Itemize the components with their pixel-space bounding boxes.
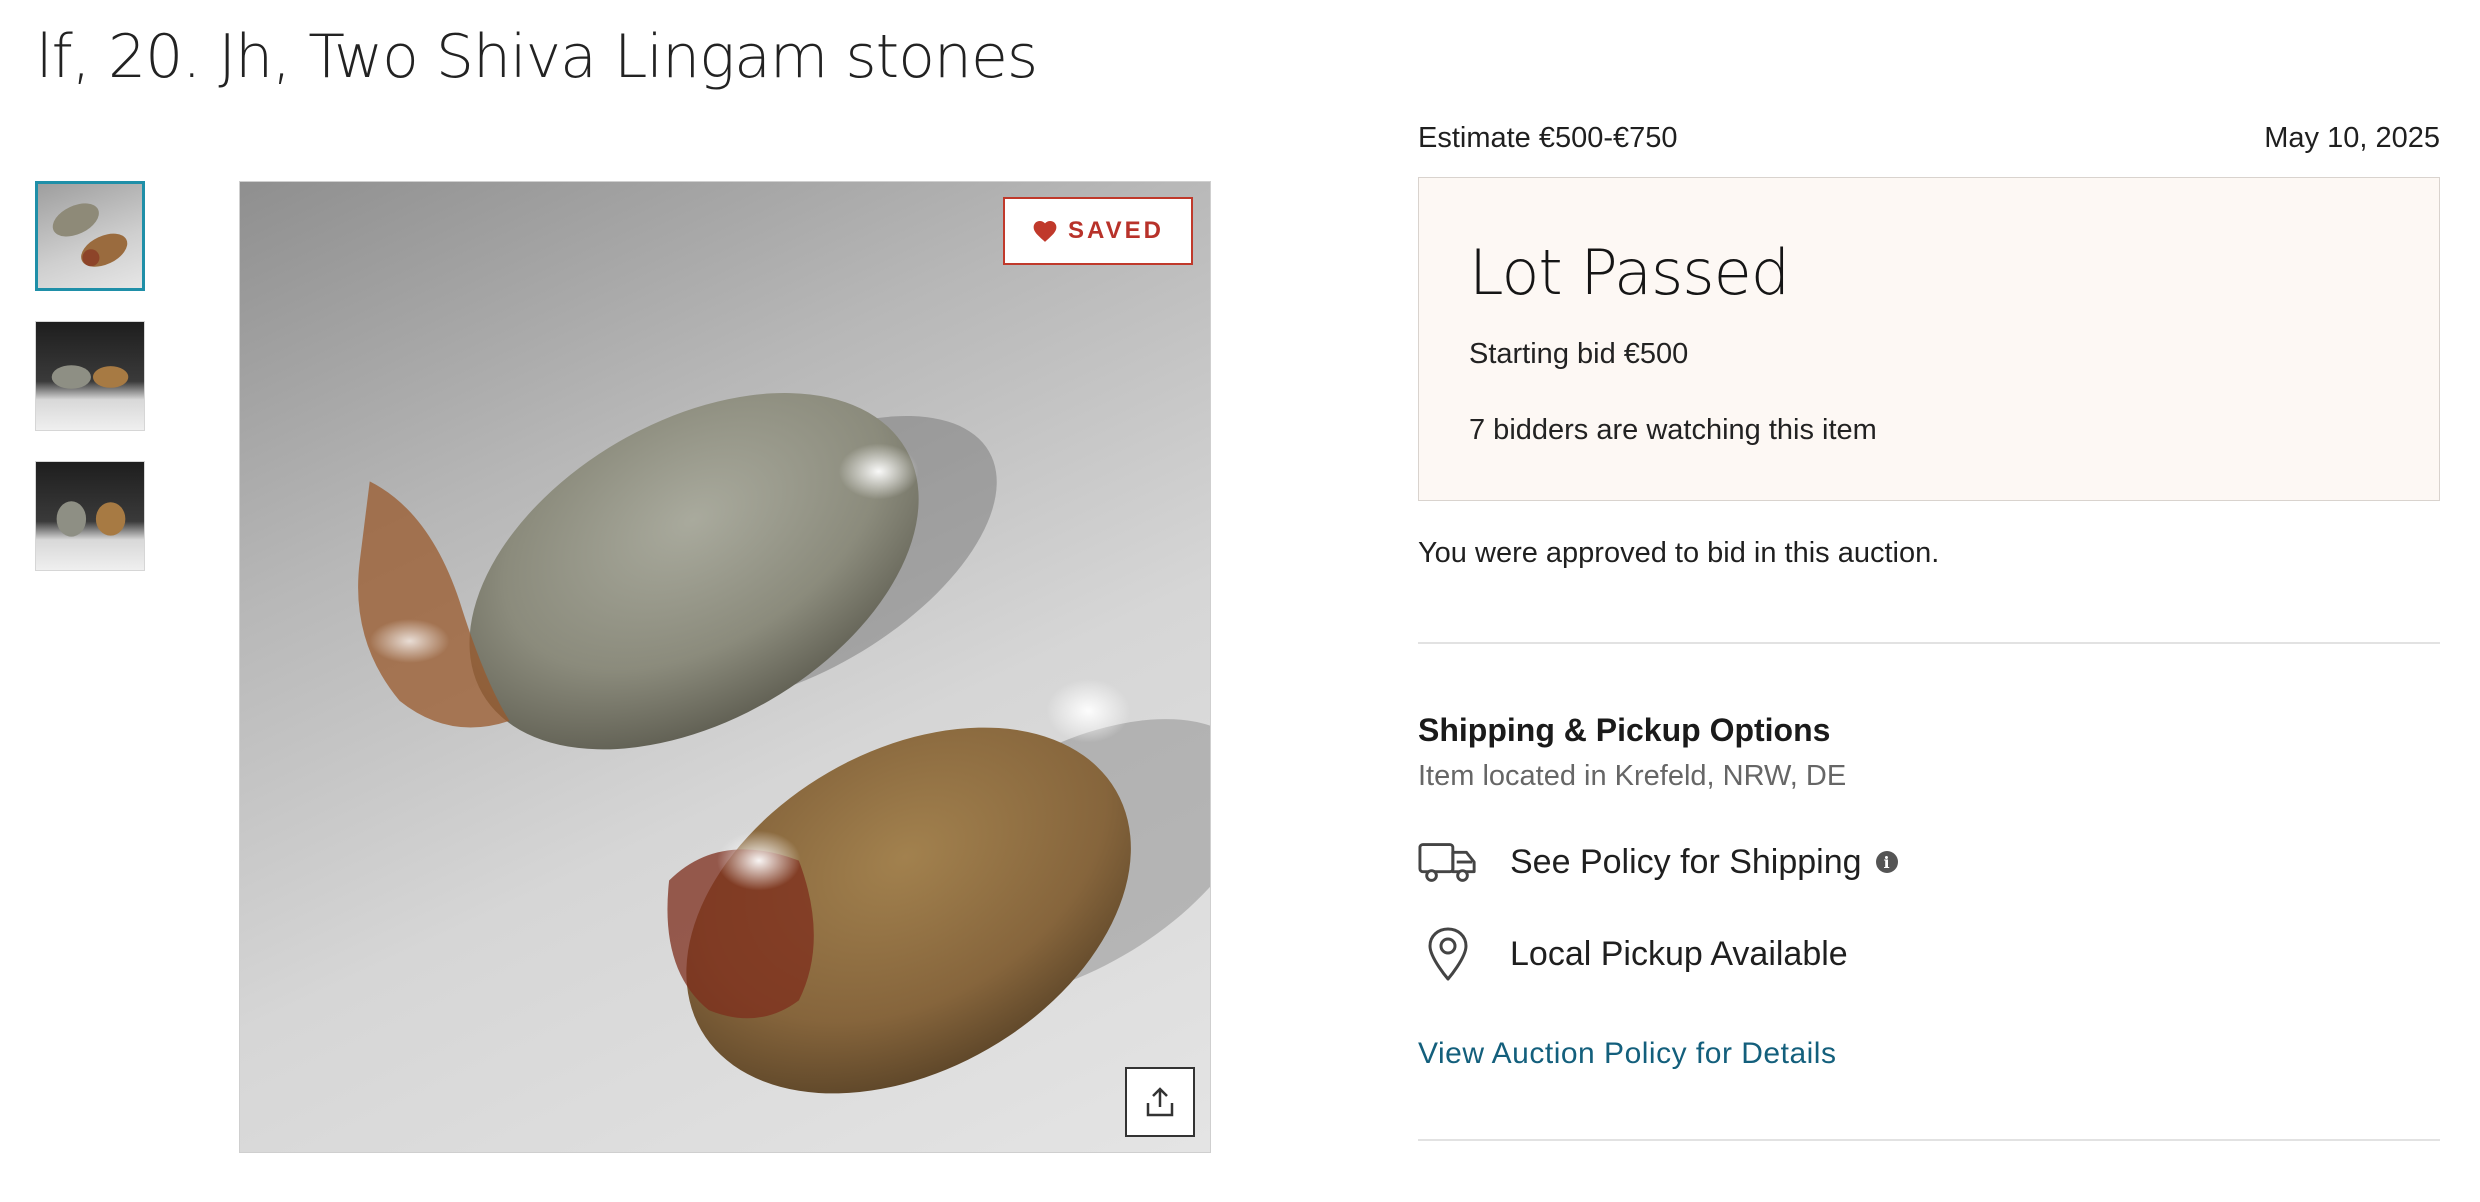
main-lot-image[interactable]: SAVED: [239, 181, 1211, 1153]
item-location: Item located in Krefeld, NRW, DE: [1418, 760, 1847, 792]
gallery-thumbnail-3[interactable]: [35, 461, 145, 571]
shipping-option-row: See Policy for Shipping i: [1418, 830, 1898, 894]
thumbnail-image: [51, 365, 129, 389]
pickup-option-row: Local Pickup Available: [1418, 922, 1848, 986]
lot-title: lf, 20. Jh, Two Shiva Lingam stones: [36, 22, 1038, 92]
lot-status-title: Lot Passed: [1469, 236, 1790, 309]
lot-status-panel: Lot Passed Starting bid €500 7 bidders a…: [1418, 177, 2440, 501]
share-icon: [1146, 1087, 1174, 1117]
shipping-policy-label[interactable]: See Policy for Shipping: [1510, 843, 1862, 882]
auction-date: May 10, 2025: [2264, 122, 2440, 154]
saved-label: SAVED: [1068, 217, 1164, 244]
divider: [1418, 1139, 2440, 1141]
thumbnail-image: [52, 203, 128, 267]
heart-icon: [1033, 221, 1057, 242]
approved-message: You were approved to bid in this auction…: [1418, 537, 1940, 569]
estimate-text: Estimate €500-€750: [1418, 122, 1678, 154]
shipping-heading: Shipping & Pickup Options: [1418, 712, 1831, 748]
share-button[interactable]: [1125, 1067, 1195, 1137]
location-pin-icon: [1418, 924, 1478, 984]
lingam-stones-photo: [358, 393, 1210, 1094]
local-pickup-label: Local Pickup Available: [1510, 934, 1848, 973]
starting-bid-text: Starting bid €500: [1469, 338, 1689, 370]
truck-icon: [1418, 832, 1478, 892]
gallery-thumbnail-1[interactable]: [35, 181, 145, 291]
divider: [1418, 642, 2440, 644]
view-auction-policy-link[interactable]: View Auction Policy for Details: [1418, 1037, 1836, 1071]
saved-button[interactable]: SAVED: [1003, 197, 1193, 265]
thumbnail-image: [56, 501, 126, 537]
watchers-text: 7 bidders are watching this item: [1469, 414, 1877, 446]
gallery-thumbnail-2[interactable]: [35, 321, 145, 431]
info-icon[interactable]: i: [1875, 851, 1898, 873]
